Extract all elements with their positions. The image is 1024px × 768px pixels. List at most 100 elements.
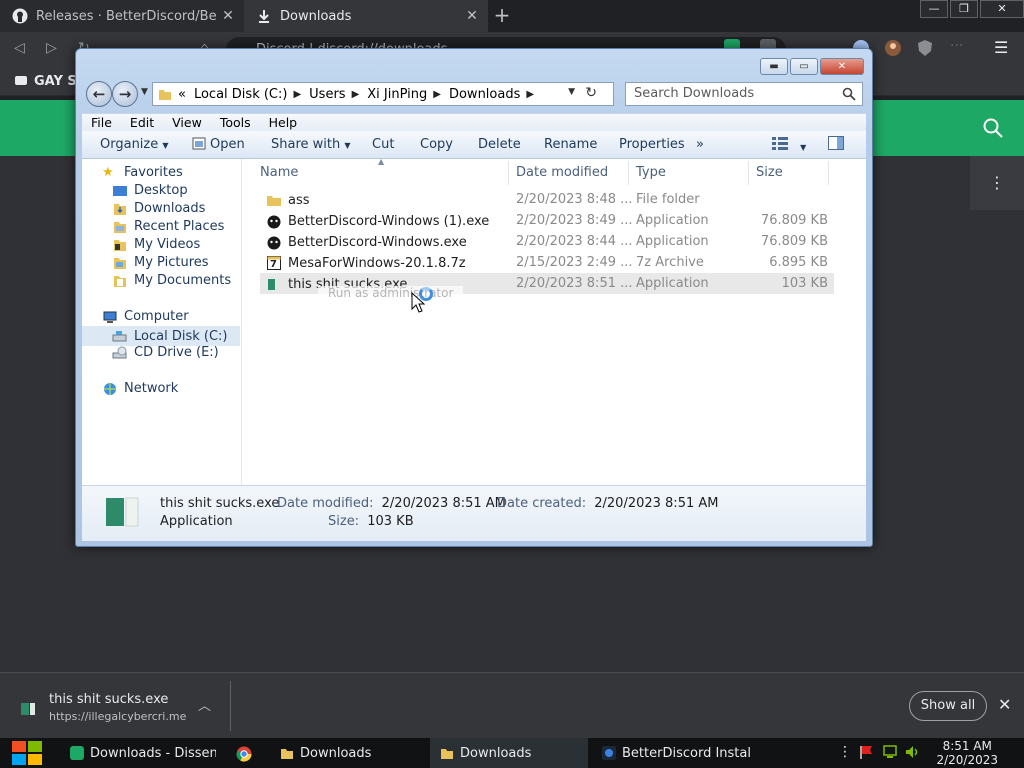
column-header-name[interactable]: Name bbox=[260, 165, 298, 180]
open-icon bbox=[192, 137, 206, 150]
address-bar[interactable]: « Local Disk (C:) ▶ Users ▶ Xi JinPing ▶ Do… bbox=[152, 82, 614, 106]
nav-network[interactable]: Network bbox=[102, 381, 178, 396]
organize-button[interactable]: Organize ▼ bbox=[100, 137, 169, 152]
menu-file[interactable]: File bbox=[82, 114, 121, 131]
delete-button[interactable]: Delete bbox=[478, 137, 521, 152]
back-button[interactable]: ← bbox=[86, 81, 112, 107]
column-header-type[interactable]: Type bbox=[636, 165, 666, 180]
network-icon bbox=[102, 382, 118, 396]
nav-item-local-disk[interactable]: Local Disk (C:) bbox=[82, 326, 240, 346]
download-icon bbox=[256, 8, 272, 24]
search-input[interactable]: Search Downloads bbox=[625, 82, 863, 106]
download-file-name[interactable]: this shit sucks.exe bbox=[49, 692, 168, 707]
show-all-button[interactable]: Show all bbox=[909, 691, 987, 721]
file-type: 7z Archive bbox=[636, 255, 704, 270]
file-row[interactable]: BetterDiscord-Windows.exe 2/20/2023 8:44… bbox=[260, 231, 834, 252]
folder-icon bbox=[280, 746, 294, 760]
column-separator bbox=[508, 161, 509, 185]
file-name-cell: 7 MesaForWindows-20.1.8.7z bbox=[266, 255, 466, 271]
nav-item-cd-drive[interactable]: CD Drive (E:) bbox=[112, 345, 219, 360]
column-separator bbox=[628, 161, 629, 185]
pictures-folder-icon bbox=[112, 256, 128, 270]
details-value: 103 KB bbox=[367, 514, 414, 529]
taskbar-item-dissenter[interactable]: Downloads - Dissen... bbox=[60, 738, 216, 768]
taskbar-label: Downloads bbox=[300, 745, 372, 761]
network-tray-icon[interactable] bbox=[882, 744, 898, 760]
nav-item-my-videos[interactable]: My Videos bbox=[112, 237, 200, 252]
breadcrumb-item[interactable]: Downloads bbox=[449, 87, 520, 102]
taskbar-item-downloads[interactable]: Downloads bbox=[270, 738, 420, 768]
file-date: 2/15/2023 2:49 ... bbox=[516, 255, 633, 270]
search-icon[interactable] bbox=[982, 117, 1004, 139]
share-with-button[interactable]: Share with ▼ bbox=[271, 137, 351, 152]
view-options-icon[interactable]: ▼ bbox=[772, 136, 806, 154]
back-icon[interactable]: ◁ bbox=[14, 40, 25, 56]
address-dropdown-icon[interactable]: ▼ bbox=[568, 87, 575, 97]
details-label: Date modified: bbox=[277, 496, 374, 511]
forward-icon[interactable]: ▷ bbox=[46, 40, 57, 56]
flag-icon[interactable] bbox=[858, 744, 874, 760]
tab-downloads[interactable]: Downloads ✕ bbox=[244, 0, 488, 32]
busy-spinner-icon bbox=[419, 287, 433, 301]
menu-edit[interactable]: Edit bbox=[121, 114, 163, 131]
breadcrumb-item[interactable]: Xi JinPing bbox=[367, 87, 427, 102]
recent-pages-chevron-icon[interactable]: ▼ bbox=[141, 87, 148, 97]
file-type: Application bbox=[636, 276, 709, 291]
more-commands-button[interactable]: » bbox=[696, 137, 704, 152]
avatar[interactable] bbox=[884, 38, 902, 58]
file-row[interactable]: BetterDiscord-Windows (1).exe 2/20/2023 … bbox=[260, 210, 834, 231]
volume-icon[interactable] bbox=[904, 744, 922, 760]
new-tab-button[interactable]: + bbox=[492, 4, 512, 28]
ublock-icon[interactable] bbox=[916, 38, 934, 58]
taskbar-item-downloads-active[interactable]: Downloads bbox=[430, 738, 588, 768]
forward-button[interactable]: → bbox=[112, 81, 138, 107]
extensions-menu-icon[interactable]: ··· bbox=[950, 38, 963, 58]
cut-button[interactable]: Cut bbox=[372, 137, 394, 152]
close-window-icon[interactable]: ✕ bbox=[980, 0, 1024, 18]
file-date: 2/20/2023 8:48 ... bbox=[516, 192, 633, 207]
minimize-icon[interactable]: — bbox=[920, 0, 948, 18]
close-tab-icon[interactable]: ✕ bbox=[460, 8, 484, 24]
close-icon[interactable]: ✕ bbox=[998, 695, 1011, 714]
details-label: Size: bbox=[328, 514, 360, 529]
restore-icon[interactable]: ❐ bbox=[950, 0, 978, 18]
chevron-up-icon[interactable]: ︿ bbox=[198, 695, 211, 714]
nav-item-my-documents[interactable]: My Documents bbox=[112, 273, 231, 288]
refresh-icon[interactable]: ↻ bbox=[585, 85, 597, 101]
copy-button[interactable]: Copy bbox=[420, 137, 453, 152]
nav-item-desktop[interactable]: Desktop bbox=[112, 183, 188, 198]
column-header-date[interactable]: Date modified bbox=[516, 165, 608, 180]
maximize-icon[interactable]: ▭ bbox=[790, 58, 818, 75]
tray-overflow-icon[interactable]: ⋮ bbox=[838, 744, 852, 760]
more-options-icon[interactable]: ⋮ bbox=[970, 156, 1024, 210]
windows-start-icon[interactable] bbox=[10, 738, 44, 768]
tab-releases[interactable]: Releases · BetterDiscord/Bette ✕ bbox=[0, 0, 244, 32]
close-tab-icon[interactable]: ✕ bbox=[216, 8, 240, 24]
breadcrumb-item[interactable]: Local Disk (C:) bbox=[194, 87, 287, 102]
column-header-size[interactable]: Size bbox=[756, 165, 783, 180]
open-button[interactable]: Open bbox=[192, 137, 245, 152]
file-row[interactable]: 7 MesaForWindows-20.1.8.7z 2/15/2023 2:49… bbox=[260, 252, 834, 273]
breadcrumb-item[interactable]: Users bbox=[309, 87, 345, 102]
properties-button[interactable]: Properties bbox=[619, 137, 685, 152]
sort-arrow-icon: ▲ bbox=[378, 157, 385, 166]
nav-favorites[interactable]: ★ Favorites bbox=[102, 165, 183, 180]
nav-item-recent-places[interactable]: Recent Places bbox=[112, 219, 224, 234]
taskbar-item-chrome[interactable] bbox=[226, 738, 260, 768]
explorer-window: ▬ ▭ ✕ ← → ▼ « Local Disk (C:) ▶ Users ▶ Xi… bbox=[75, 48, 873, 547]
nav-item-downloads[interactable]: Downloads bbox=[112, 201, 205, 216]
nav-item-my-pictures[interactable]: My Pictures bbox=[112, 255, 209, 270]
menu-tools[interactable]: Tools bbox=[211, 114, 260, 131]
menu-help[interactable]: Help bbox=[260, 114, 307, 131]
taskbar-item-betterdiscord-installer[interactable]: BetterDiscord Installer bbox=[592, 738, 750, 768]
menu-icon[interactable]: ☰ bbox=[994, 38, 1008, 58]
minimize-icon[interactable]: ▬ bbox=[760, 58, 788, 75]
file-row[interactable]: ass 2/20/2023 8:48 ... File folder bbox=[260, 189, 834, 210]
preview-pane-icon[interactable] bbox=[828, 136, 844, 154]
menu-view[interactable]: View bbox=[163, 114, 211, 131]
close-icon[interactable]: ✕ bbox=[820, 58, 864, 75]
nav-computer[interactable]: Computer bbox=[102, 309, 189, 324]
bookmark-item[interactable]: GAY S bbox=[14, 73, 77, 89]
system-clock[interactable]: 8:51 AM 2/20/2023 bbox=[936, 739, 998, 767]
rename-button[interactable]: Rename bbox=[544, 137, 597, 152]
